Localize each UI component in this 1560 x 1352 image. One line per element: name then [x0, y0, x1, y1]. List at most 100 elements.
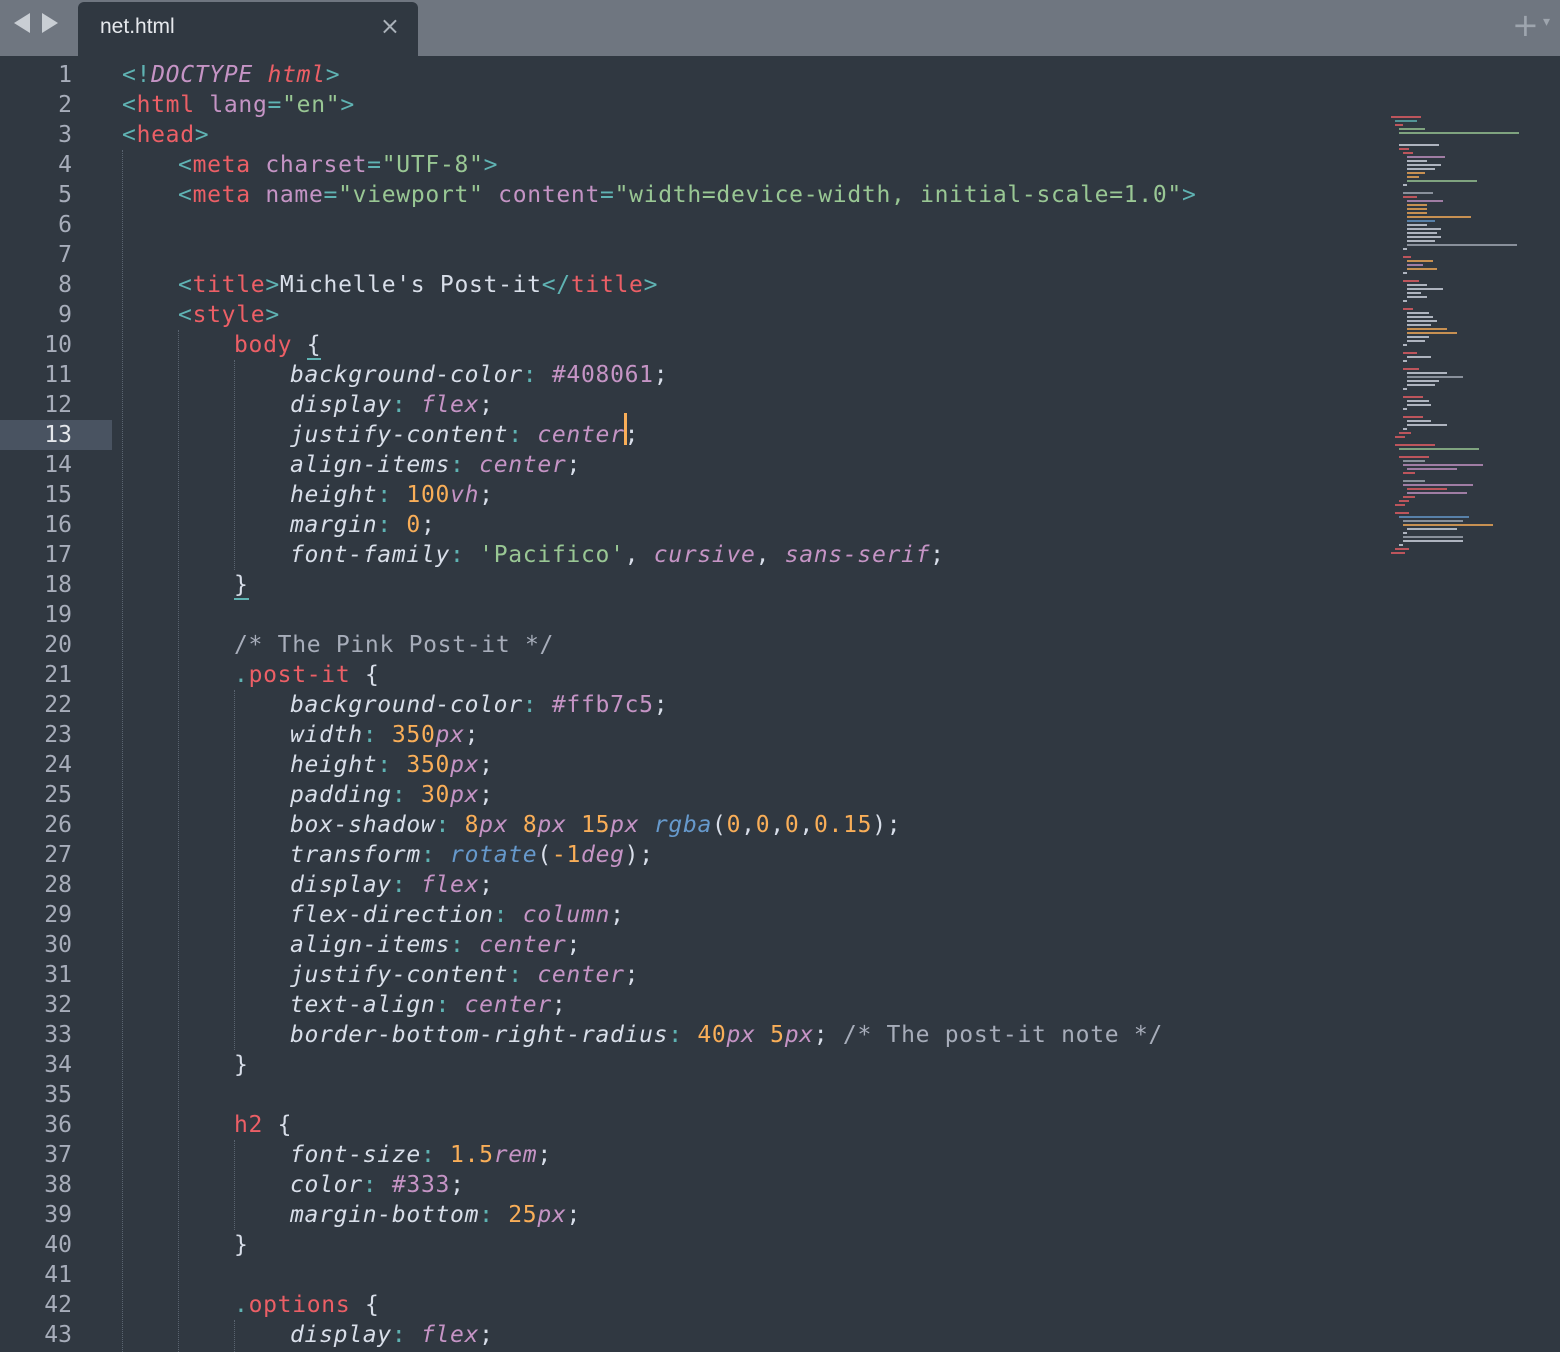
matched-bracket: }: [234, 572, 249, 600]
code-line[interactable]: 21 .post-it {: [0, 660, 1380, 690]
minimap-line: [1403, 248, 1407, 250]
code-line[interactable]: 10 body {: [0, 330, 1380, 360]
code-line[interactable]: 24 height: 350px;: [0, 750, 1380, 780]
minimap-line: [1399, 148, 1409, 150]
minimap-line: [1407, 328, 1447, 330]
line-number: 3: [58, 122, 72, 148]
minimap[interactable]: [1385, 56, 1560, 554]
code-line[interactable]: 20 /* The Pink Post-it */: [0, 630, 1380, 660]
code-line[interactable]: 9 <style>: [0, 300, 1380, 330]
code-text: background-color: #408061;: [290, 362, 669, 388]
code-text: display: flex;: [290, 392, 494, 418]
code-line-current[interactable]: 13 justify-content: center;: [0, 420, 1380, 450]
code-text: }: [234, 570, 249, 600]
line-number: 14: [44, 452, 72, 478]
code-line[interactable]: 35: [0, 1080, 1380, 1110]
code-line[interactable]: 23 width: 350px;: [0, 720, 1380, 750]
code-text: color: #333;: [290, 1172, 465, 1198]
minimap-line: [1395, 512, 1409, 514]
code-line[interactable]: 1 <!DOCTYPE html>: [0, 60, 1380, 90]
line-number: 19: [44, 602, 72, 628]
code-line[interactable]: 27 transform: rotate(-1deg);: [0, 840, 1380, 870]
code-editor[interactable]: 1 <!DOCTYPE html> 2 <html lang="en"> 3 <…: [0, 56, 1560, 1352]
code-line[interactable]: 32 text-align: center;: [0, 990, 1380, 1020]
code-line[interactable]: 30 align-items: center;: [0, 930, 1380, 960]
code-line[interactable]: 18 }: [0, 570, 1380, 600]
code-line[interactable]: 14 align-items: center;: [0, 450, 1380, 480]
line-number: 26: [44, 812, 72, 838]
code-line[interactable]: 29 flex-direction: column;: [0, 900, 1380, 930]
code-line[interactable]: 5 <meta name="viewport" content="width=d…: [0, 180, 1380, 210]
code-line[interactable]: 39 margin-bottom: 25px;: [0, 1200, 1380, 1230]
code-text: display: flex;: [290, 872, 494, 898]
code-text: .post-it {: [234, 662, 380, 688]
line-number: 1: [58, 62, 72, 88]
code-line[interactable]: 2 <html lang="en">: [0, 90, 1380, 120]
minimap-line: [1391, 116, 1421, 118]
minimap-line: [1407, 172, 1425, 174]
code-line[interactable]: 16 margin: 0;: [0, 510, 1380, 540]
line-number: 43: [44, 1322, 72, 1348]
tab-menu-chevron-icon[interactable]: ▾: [1543, 14, 1550, 30]
code-line[interactable]: 19: [0, 600, 1380, 630]
code-line[interactable]: 37 font-size: 1.5rem;: [0, 1140, 1380, 1170]
code-line[interactable]: 31 justify-content: center;: [0, 960, 1380, 990]
code-line[interactable]: 42 .options {: [0, 1290, 1380, 1320]
line-number: 28: [44, 872, 72, 898]
code-line[interactable]: 3 <head>: [0, 120, 1380, 150]
code-line[interactable]: 33 border-bottom-right-radius: 40px 5px;…: [0, 1020, 1380, 1050]
line-number: 6: [58, 212, 72, 238]
minimap-line: [1407, 228, 1441, 230]
code-line[interactable]: 8 <title>Michelle's Post-it</title>: [0, 270, 1380, 300]
code-text: <title>Michelle's Post-it</title>: [178, 272, 659, 298]
code-line[interactable]: 7: [0, 240, 1380, 270]
code-line[interactable]: 36 h2 {: [0, 1110, 1380, 1140]
minimap-line: [1407, 492, 1467, 494]
forward-arrow-icon[interactable]: [42, 13, 58, 33]
code-text: justify-content: center;: [290, 422, 640, 448]
code-text: <!DOCTYPE html>: [122, 62, 341, 88]
code-line[interactable]: 26 box-shadow: 8px 8px 15px rgba(0,0,0,0…: [0, 810, 1380, 840]
code-line[interactable]: 11 background-color: #408061;: [0, 360, 1380, 390]
close-icon[interactable]: ×: [380, 12, 400, 40]
new-tab-icon[interactable]: +: [1512, 6, 1539, 44]
code-line[interactable]: 25 padding: 30px;: [0, 780, 1380, 810]
minimap-line: [1399, 432, 1411, 434]
line-number: 22: [44, 692, 72, 718]
line-number: 5: [58, 182, 72, 208]
minimap-line: [1395, 120, 1417, 122]
minimap-line: [1403, 496, 1415, 498]
minimap-line: [1403, 344, 1407, 346]
code-line[interactable]: 41: [0, 1260, 1380, 1290]
line-number: 42: [44, 1292, 72, 1318]
minimap-line: [1407, 332, 1457, 334]
minimap-line: [1399, 128, 1425, 130]
minimap-line: [1407, 240, 1435, 242]
line-number: 7: [58, 242, 72, 268]
minimap-line: [1403, 256, 1411, 258]
minimap-line: [1403, 300, 1407, 302]
back-arrow-icon[interactable]: [14, 13, 30, 33]
code-line[interactable]: 43 display: flex;: [0, 1320, 1380, 1350]
code-line[interactable]: 22 background-color: #ffb7c5;: [0, 690, 1380, 720]
code-text: h2 {: [234, 1112, 293, 1138]
code-line[interactable]: 4 <meta charset="UTF-8">: [0, 150, 1380, 180]
code-text: <html lang="en">: [122, 92, 355, 118]
code-line[interactable]: 28 display: flex;: [0, 870, 1380, 900]
minimap-line: [1403, 416, 1423, 418]
code-line[interactable]: 12 display: flex;: [0, 390, 1380, 420]
line-number: 37: [44, 1142, 72, 1168]
code-line[interactable]: 34 }: [0, 1050, 1380, 1080]
minimap-line: [1403, 280, 1419, 282]
code-text: <head>: [122, 122, 210, 148]
file-tab[interactable]: net.html ×: [78, 2, 418, 56]
code-line[interactable]: 6: [0, 210, 1380, 240]
code-line[interactable]: 40 }: [0, 1230, 1380, 1260]
code-line[interactable]: 38 color: #333;: [0, 1170, 1380, 1200]
minimap-line: [1407, 340, 1425, 342]
minimap-line: [1395, 444, 1435, 446]
minimap-line: [1395, 436, 1405, 438]
minimap-line: [1407, 200, 1443, 202]
code-line[interactable]: 17 font-family: 'Pacifico', cursive, san…: [0, 540, 1380, 570]
code-line[interactable]: 15 height: 100vh;: [0, 480, 1380, 510]
